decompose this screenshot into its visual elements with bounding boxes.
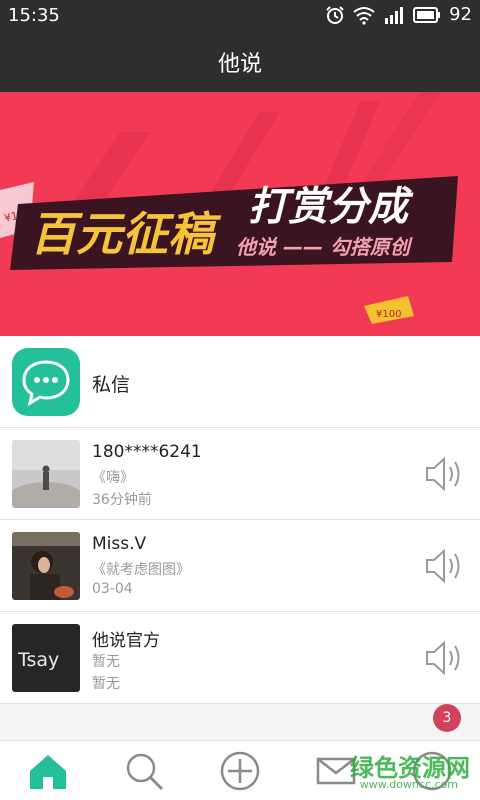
banner-graphic: ¥100 百元征稿 打赏分成 他说 —— 勾搭原创 ¥100 [0,92,458,324]
avatar: Tsay [12,624,80,692]
message-preview: 暂无 [92,654,120,670]
status-time: 15:35 [8,5,60,26]
contact-name: Miss.V [92,534,147,554]
avatar [12,532,80,600]
message-time: 36分钟前 [92,492,152,508]
signal-icon [385,6,404,24]
list-item[interactable]: 180****6241 《嗨》 36分钟前 [0,428,480,520]
message-time: 03-04 [92,581,133,597]
battery-icon [413,6,441,23]
message-time: 暂无 [92,676,120,692]
banner-tagline: 他说 —— 勾搭原创 [236,235,413,259]
speaker-icon[interactable] [424,456,464,492]
contact-name: 180****6241 [92,442,202,462]
title-bar: 他说 [0,32,480,92]
private-messages-row[interactable]: 私信 3 [0,336,480,732]
page-title: 他说 [217,52,262,77]
avatar [12,440,80,508]
speaker-icon[interactable] [424,548,464,584]
banner-headline-left: 百元征稿 [30,207,222,261]
contact-name: 他说官方 [92,631,160,651]
banner-headline-right: 打赏分成 [248,184,414,230]
speaker-icon[interactable] [424,640,464,676]
search-icon[interactable] [122,749,166,793]
alarm-icon [326,5,344,24]
list-item[interactable]: Tsay 他说官方 暂无 暂无 [0,612,480,704]
ticket-right-text: ¥100 [376,309,401,320]
unread-count-badge: 3 [433,704,461,732]
message-preview: 《嗨》 [92,470,134,486]
message-preview: 《就考虑图图》 [92,562,190,578]
battery-level: 92 [449,4,472,25]
private-messages-label: 私信 [92,374,131,396]
wifi-icon [353,6,375,25]
chat-bubble-icon [12,348,80,416]
watermark-url: www.downcc.com [359,778,458,791]
promo-banner[interactable]: ¥100 百元征稿 打赏分成 他说 —— 勾搭原创 ¥100 [0,92,480,336]
conversation-list: 180****6241 《嗨》 36分钟前 Miss.V 《就考虑图图》 03-… [0,428,480,704]
list-item[interactable]: Miss.V 《就考虑图图》 03-04 [0,520,480,612]
avatar-logo-text: Tsay [17,649,59,671]
add-icon[interactable] [218,749,262,793]
home-icon[interactable] [26,749,70,793]
status-bar: 15:35 92 [0,0,480,32]
